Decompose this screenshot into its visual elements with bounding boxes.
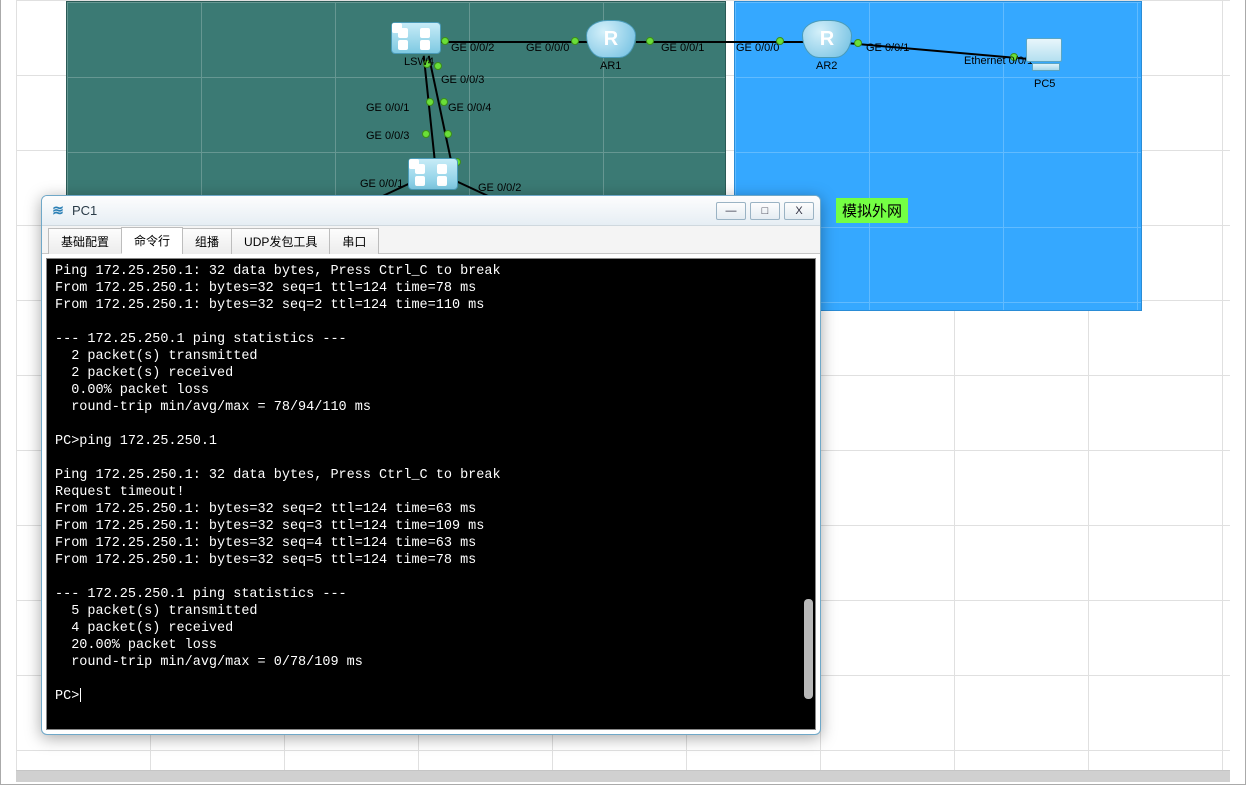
port-dot bbox=[441, 37, 449, 45]
device-pc5[interactable] bbox=[1026, 38, 1066, 74]
router-icon: R bbox=[586, 20, 636, 58]
scrollbar-thumb[interactable] bbox=[16, 771, 1230, 782]
terminal-output[interactable]: Ping 172.25.250.1: 32 data bytes, Press … bbox=[46, 258, 816, 730]
iface-label: GE 0/0/0 bbox=[526, 42, 569, 54]
tab-bar: 基础配置 命令行 组播 UDP发包工具 串口 bbox=[42, 226, 820, 254]
window-title: PC1 bbox=[72, 203, 712, 218]
router-icon: R bbox=[802, 20, 852, 58]
port-dot bbox=[646, 37, 654, 45]
tab-multicast[interactable]: 组播 bbox=[182, 228, 232, 254]
vertical-scrollbar[interactable] bbox=[804, 599, 813, 699]
iface-label: GE 0/0/4 bbox=[448, 102, 491, 114]
tab-serial[interactable]: 串口 bbox=[329, 228, 379, 254]
pc-icon bbox=[1026, 38, 1066, 74]
iface-label: GE 0/0/2 bbox=[478, 182, 521, 194]
device-ar1[interactable]: R bbox=[586, 20, 636, 58]
port-dot bbox=[426, 98, 434, 106]
device-label: AR2 bbox=[816, 60, 837, 72]
terminal-window[interactable]: ≋ PC1 — □ X 基础配置 命令行 组播 UDP发包工具 串口 Ping … bbox=[41, 195, 821, 735]
iface-label: GE 0/0/1 bbox=[366, 102, 409, 114]
iface-label: GE 0/0/2 bbox=[451, 42, 494, 54]
iface-label: GE 0/0/1 bbox=[360, 178, 403, 190]
iface-label: GE 0/0/1 bbox=[661, 42, 704, 54]
device-label: PC5 bbox=[1034, 78, 1055, 90]
tab-udp-tool[interactable]: UDP发包工具 bbox=[231, 228, 330, 254]
maximize-button[interactable]: □ bbox=[750, 202, 780, 220]
port-dot bbox=[854, 39, 862, 47]
switch-icon bbox=[408, 158, 458, 190]
iface-label: GE 0/0/0 bbox=[736, 42, 779, 54]
tab-basic-config[interactable]: 基础配置 bbox=[48, 228, 122, 254]
minimize-button[interactable]: — bbox=[716, 202, 746, 220]
close-button[interactable]: X bbox=[784, 202, 814, 220]
device-switch-2[interactable] bbox=[408, 158, 458, 190]
iface-label: GE 0/0/3 bbox=[441, 74, 484, 86]
port-dot bbox=[434, 62, 442, 70]
iface-label: Ethernet 0/0/1 bbox=[964, 55, 1033, 67]
iface-label: GE 0/0/1 bbox=[866, 42, 909, 54]
device-label: LSW4 bbox=[404, 56, 434, 68]
port-dot bbox=[571, 37, 579, 45]
zone-external-label: 模拟外网 bbox=[836, 198, 908, 223]
titlebar[interactable]: ≋ PC1 — □ X bbox=[42, 196, 820, 226]
app-icon: ≋ bbox=[50, 203, 66, 219]
horizontal-scrollbar[interactable] bbox=[16, 770, 1230, 781]
tab-cli[interactable]: 命令行 bbox=[121, 227, 183, 254]
port-dot bbox=[440, 98, 448, 106]
port-dot bbox=[422, 130, 430, 138]
device-lsw4[interactable] bbox=[391, 22, 441, 54]
port-dot bbox=[444, 130, 452, 138]
device-label: AR1 bbox=[600, 60, 621, 72]
device-ar2[interactable]: R bbox=[802, 20, 852, 58]
switch-icon bbox=[391, 22, 441, 54]
iface-label: GE 0/0/3 bbox=[366, 130, 409, 142]
